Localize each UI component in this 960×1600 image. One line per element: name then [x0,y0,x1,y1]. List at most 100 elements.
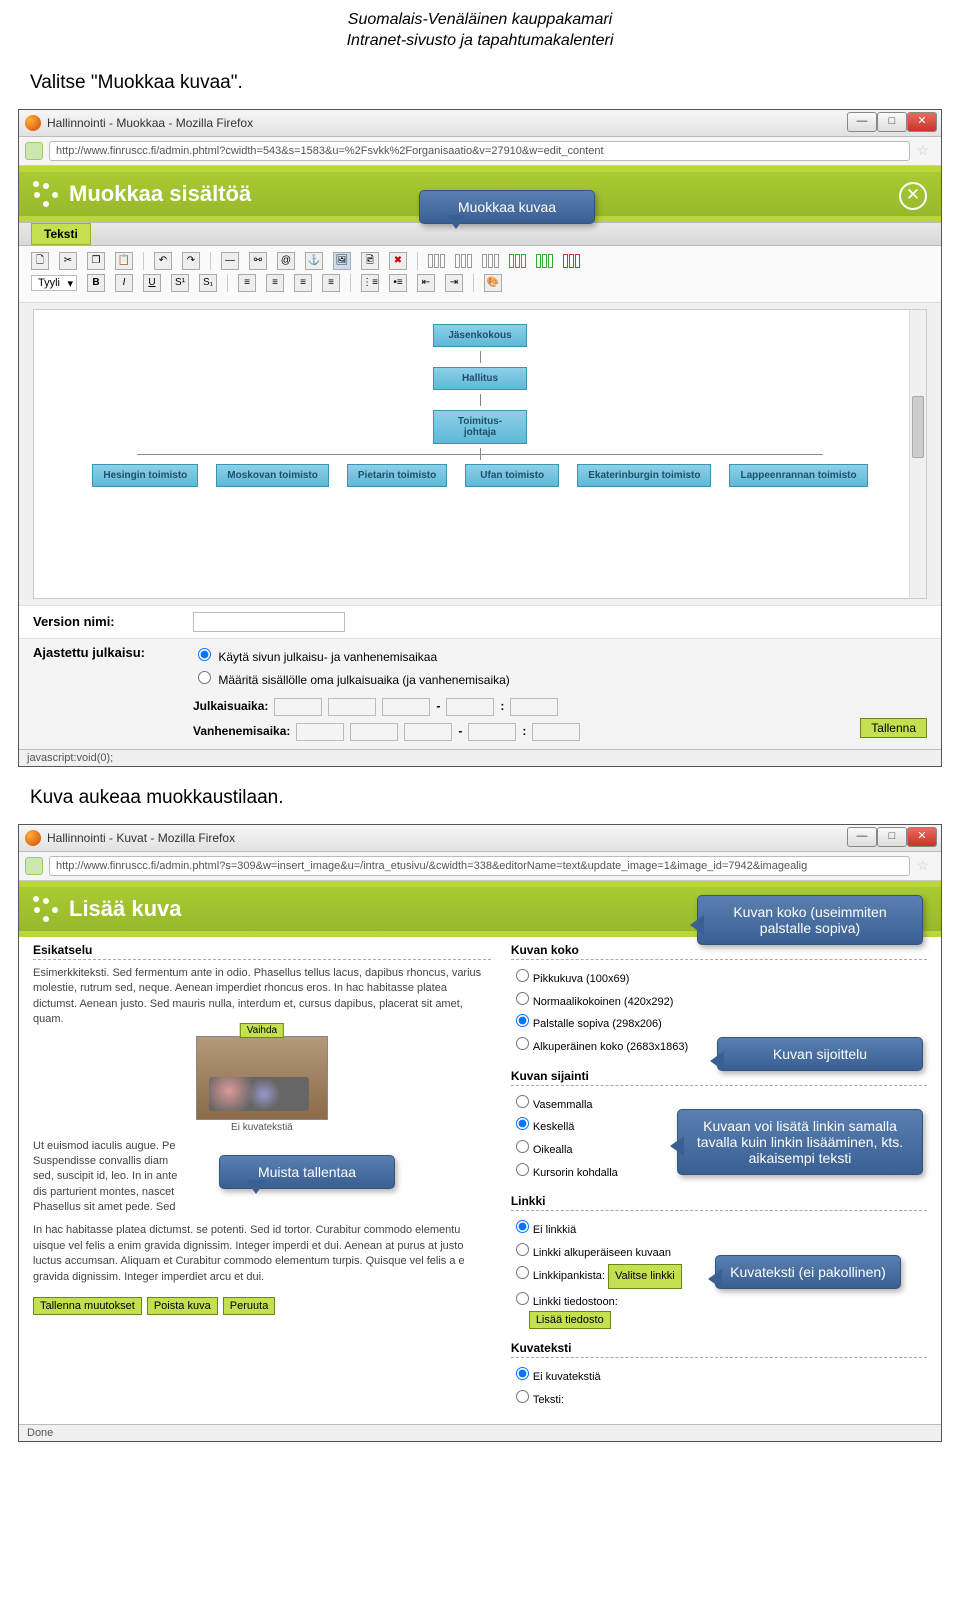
publish-time-input[interactable] [510,698,558,716]
link-icon[interactable]: ⚯ [249,252,267,270]
table-icon-2[interactable] [455,254,472,268]
preview-no-caption: Ei kuvatekstiä [33,1122,491,1133]
publish-time-label: Julkaisuaika: [193,696,268,718]
delete-image-button[interactable]: Poista kuva [147,1297,218,1315]
expire-time-label: Vanhenemisaika: [193,721,290,743]
maximize-button[interactable]: □ [877,112,907,132]
outdent-icon[interactable]: ⇤ [417,274,435,292]
table-icon-5[interactable] [536,254,553,268]
size-opt-column[interactable]: Palstalle sopiva (298x206) [511,1011,927,1034]
instruction-text-2: Kuva aukeaa muokkaustilaan. [30,787,960,809]
save-changes-button[interactable]: Tallenna muutokset [33,1297,142,1315]
delete-icon[interactable]: ✖ [389,252,407,270]
status-bar: Done [19,1424,941,1441]
minimize-button[interactable]: — [847,827,877,847]
copy-icon[interactable]: ❐ [87,252,105,270]
callout-image-position: Kuvan sijoittelu [717,1037,923,1071]
subscript-icon[interactable]: S₁ [199,274,217,292]
vertical-scrollbar[interactable] [909,310,926,598]
link-opt-none[interactable]: Ei linkkiä [511,1217,927,1240]
paste-icon[interactable]: 📋 [115,252,133,270]
size-opt-thumb[interactable]: Pikkukuva (100x69) [511,966,927,989]
publish-date-input[interactable] [328,698,376,716]
window-titlebar: Hallinnointi - Muokkaa - Mozilla Firefox… [19,110,941,137]
caption-opt-none[interactable]: Ei kuvatekstiä [511,1364,927,1387]
expire-time-input[interactable] [532,723,580,741]
tab-teksti[interactable]: Teksti [31,223,91,245]
align-left-icon[interactable]: ≡ [238,274,256,292]
indent-icon[interactable]: ⇥ [445,274,463,292]
size-opt-normal[interactable]: Normaalikokoinen (420x292) [511,989,927,1012]
table-icon-4[interactable] [509,254,526,268]
link-opt-file[interactable]: Linkki tiedostoon: [511,1289,927,1312]
save-button[interactable]: Tallenna [860,718,927,738]
firefox-icon [25,115,41,131]
radio-custom-time[interactable]: Määritä sisällölle oma julkaisuaika (ja … [193,673,510,687]
list-ordered-icon[interactable]: ⋮≡ [361,274,379,292]
select-link-button[interactable]: Valitse linkki [608,1264,682,1289]
close-button[interactable]: ✕ [907,112,937,132]
list-bullet-icon[interactable]: •≡ [389,274,407,292]
style-select[interactable]: Tyyli [31,275,77,291]
align-center-icon[interactable]: ≡ [266,274,284,292]
hr-icon[interactable]: — [221,252,239,270]
publish-date-input[interactable] [274,698,322,716]
panel-title: Lisää kuva [69,896,182,922]
logo-icon [33,896,59,922]
anchor-icon[interactable]: ⚓ [305,252,323,270]
expire-date-input[interactable] [404,723,452,741]
table-icon-3[interactable] [482,254,499,268]
minimize-button[interactable]: — [847,112,877,132]
undo-icon[interactable]: ↶ [154,252,172,270]
maximize-button[interactable]: □ [877,827,907,847]
italic-icon[interactable]: I [115,274,133,292]
version-input[interactable] [193,612,345,632]
org-box-mid: Hallitus [433,367,527,390]
caption-heading: Kuvateksti [511,1341,927,1358]
expire-date-input[interactable] [350,723,398,741]
change-image-button[interactable]: Vaihda [240,1023,284,1038]
publish-time-input[interactable] [446,698,494,716]
redo-icon[interactable]: ↷ [182,252,200,270]
superscript-icon[interactable]: S¹ [171,274,189,292]
panel-title: Muokkaa sisältöä [69,181,251,207]
underline-icon[interactable]: U [143,274,161,292]
align-justify-icon[interactable]: ≡ [322,274,340,292]
schedule-row: Ajastettu julkaisu: Käytä sivun julkaisu… [19,638,941,749]
size-heading: Kuvan koko [511,943,927,960]
url-input[interactable]: http://www.finruscc.fi/admin.phtml?s=309… [49,856,910,876]
site-tab-icon[interactable] [25,142,43,160]
table-icon-1[interactable] [428,254,445,268]
new-doc-icon[interactable]: 🗋 [31,252,49,270]
version-label: Version nimi: [33,614,193,629]
preview-image: Vaihda [196,1036,328,1120]
expire-time-input[interactable] [468,723,516,741]
site-tab-icon[interactable] [25,857,43,875]
table-icon-6[interactable] [563,254,580,268]
status-bar: javascript:void(0); [19,749,941,766]
color-icon[interactable]: 🎨 [484,274,502,292]
content-tabs: Teksti [19,222,941,246]
insert-image-icon[interactable]: 🖻 [361,252,379,270]
bookmark-star-icon[interactable]: ☆ [916,142,935,159]
window-title: Hallinnointi - Muokkaa - Mozilla Firefox [47,116,253,130]
document-header: Suomalais-Venäläinen kauppakamari Intran… [0,10,960,52]
preview-text: In hac habitasse platea dictumst. se pot… [33,1223,491,1285]
publish-date-input[interactable] [382,698,430,716]
cancel-button[interactable]: Peruuta [223,1297,276,1315]
cut-icon[interactable]: ✂ [59,252,77,270]
at-icon[interactable]: @ [277,252,295,270]
close-button[interactable]: ✕ [907,827,937,847]
org-box-low: Toimitus- johtaja [433,410,527,444]
radio-use-page-time[interactable]: Käytä sivun julkaisu- ja vanhenemisaikaa [193,650,437,664]
panel-close-icon[interactable]: ✕ [899,182,927,210]
editor-canvas[interactable]: Jäsenkokous Hallitus Toimitus- johtaja H… [33,309,927,599]
expire-date-input[interactable] [296,723,344,741]
bold-icon[interactable]: B [87,274,105,292]
caption-opt-text[interactable]: Teksti: [511,1387,927,1410]
url-input[interactable]: http://www.finruscc.fi/admin.phtml?cwidt… [49,141,910,161]
add-file-button[interactable]: Lisää tiedosto [529,1311,611,1329]
align-right-icon[interactable]: ≡ [294,274,312,292]
bookmark-star-icon[interactable]: ☆ [916,857,935,874]
edit-image-icon[interactable]: 🖼 [333,252,351,270]
